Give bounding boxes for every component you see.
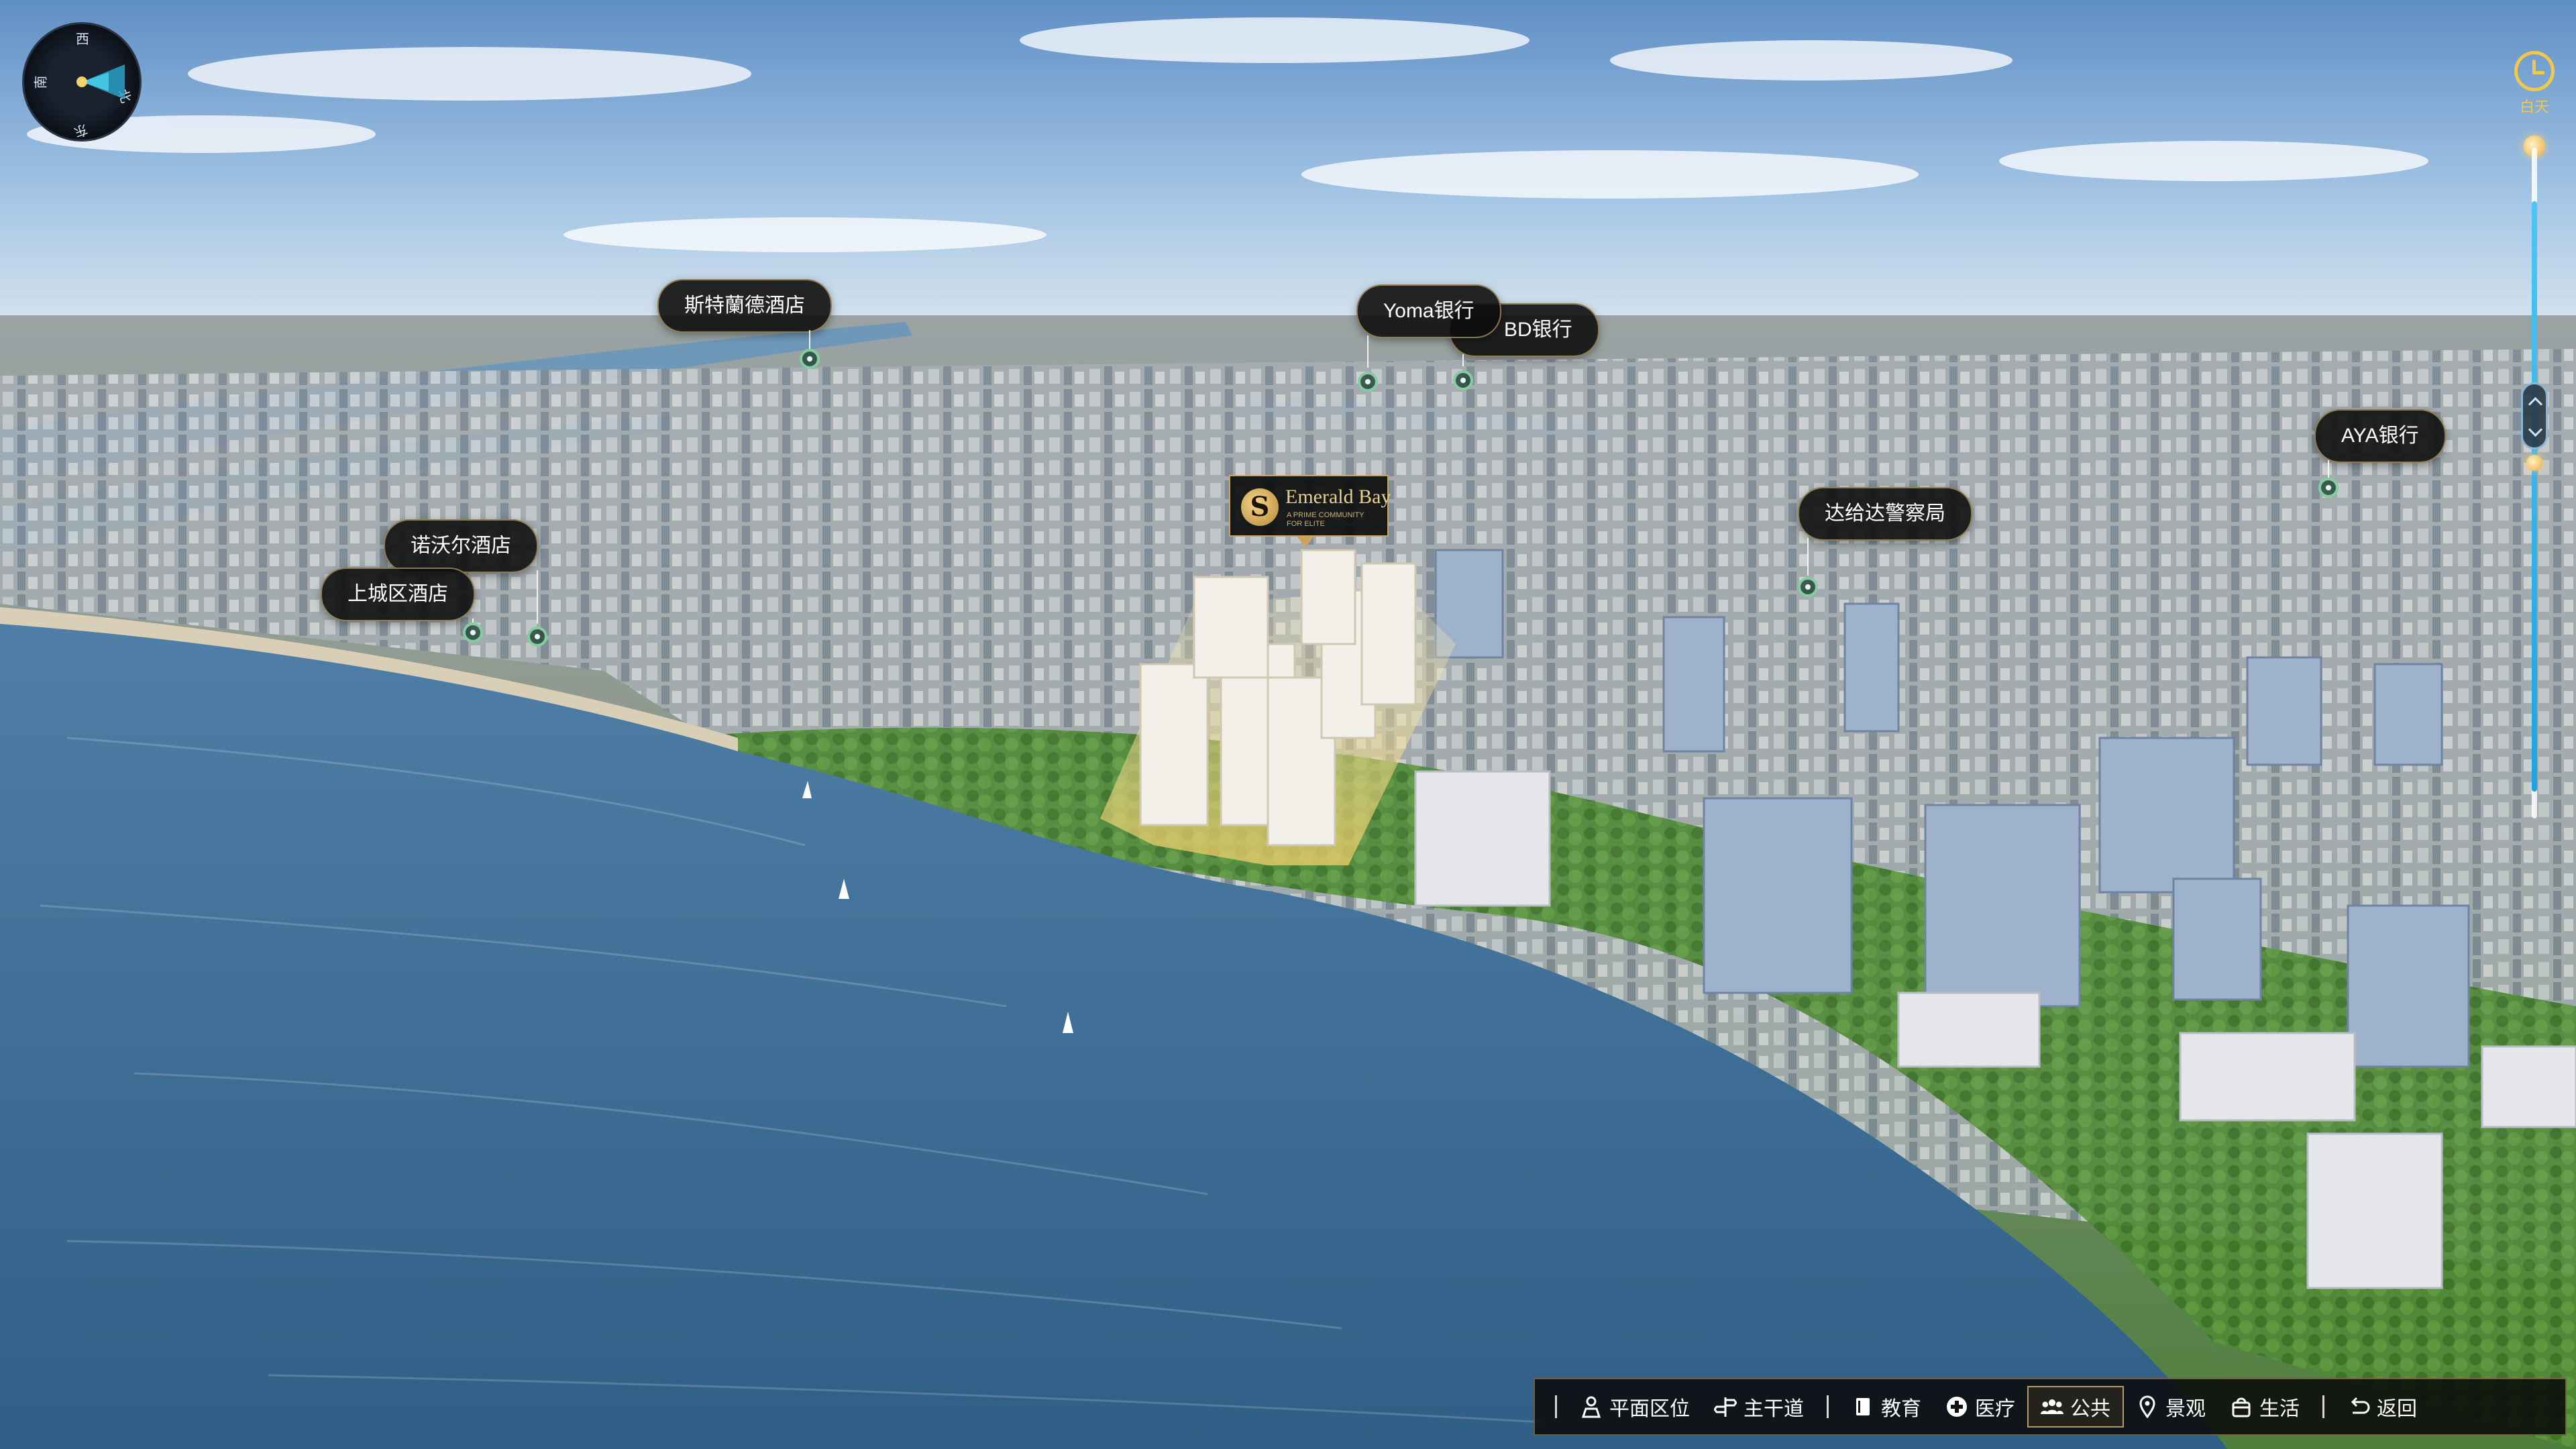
poi-marker-uptown-hotel[interactable]	[463, 623, 483, 643]
toolbar-label: 返回	[2377, 1398, 2417, 1420]
time-of-day-panel: 白天	[2498, 47, 2576, 818]
poi-label-police-station[interactable]: 达给达警察局	[1798, 487, 1972, 541]
project-logo-icon: S	[1241, 488, 1279, 526]
poi-stem	[2328, 460, 2329, 478]
book-icon	[1851, 1395, 1874, 1418]
project-name: Emerald Bay	[1285, 486, 1391, 508]
poi-label-text: BD银行	[1504, 319, 1572, 341]
poi-stem	[537, 570, 538, 624]
toolbar-separator	[1555, 1395, 1557, 1418]
project-badge-emerald-bay[interactable]: S Emerald Bay A PRIME COMMUNITY FOR ELIT…	[1229, 475, 1391, 537]
poi-label-yoma-bank[interactable]: Yoma银行	[1356, 284, 1501, 338]
poi-label-strand-hotel[interactable]: 斯特蘭德酒店	[657, 279, 832, 333]
poi-marker-yoma-bank[interactable]	[1358, 372, 1378, 392]
map-pin-icon	[2136, 1395, 2159, 1418]
aerial-city-scene	[0, 0, 2576, 1449]
poi-marker-police-station[interactable]	[1798, 577, 1818, 597]
time-slider-fill	[2532, 201, 2537, 792]
time-slider-handle[interactable]	[2521, 382, 2548, 449]
toolbar-separator	[1827, 1395, 1829, 1418]
toolbar-separator	[2322, 1395, 2324, 1418]
time-mode-label: 白天	[2519, 99, 2549, 115]
toolbar-btn-landscape[interactable]: 景观	[2124, 1386, 2218, 1428]
toolbar-btn-return[interactable]: 返回	[2335, 1386, 2429, 1428]
poi-label-novotel-hotel[interactable]: 诺沃尔酒店	[384, 519, 538, 573]
return-arrow-icon	[2347, 1395, 2370, 1418]
medical-cross-icon	[1945, 1395, 1968, 1418]
road-sign-icon	[1714, 1395, 1737, 1418]
poi-marker-aya-bank[interactable]	[2318, 478, 2339, 498]
toolbar-label: 生活	[2259, 1398, 2300, 1420]
poi-marker-strand-hotel[interactable]	[800, 349, 820, 369]
map-viewport[interactable]: 斯特蘭德酒店 BD银行 Yoma银行 诺沃尔酒店 上城区酒店 达给达警察局 AY…	[0, 0, 2576, 1449]
poi-marker-novotel-hotel[interactable]	[527, 627, 547, 647]
toolbar-btn-location[interactable]: 平面区位	[1568, 1386, 1702, 1428]
toolbar-label: 平面区位	[1609, 1398, 1690, 1420]
compass[interactable]: 西 北 东 南	[22, 22, 142, 142]
toolbar-btn-education[interactable]: 教育	[1839, 1386, 1933, 1428]
toolbar-btn-public[interactable]: 公共	[2027, 1386, 2124, 1428]
poi-stem	[1462, 354, 1464, 366]
toolbar-label: 主干道	[1743, 1398, 1804, 1420]
compass-center	[76, 76, 87, 87]
chevron-down-icon	[2528, 422, 2543, 437]
location-person-icon	[1580, 1395, 1603, 1418]
toolbar-btn-life[interactable]: 生活	[2218, 1386, 2312, 1428]
people-icon	[2041, 1395, 2063, 1418]
shopping-bag-icon	[2230, 1395, 2253, 1418]
project-badge-pointer	[1296, 535, 1315, 547]
toolbar-label: 公共	[2070, 1398, 2110, 1420]
clock-icon[interactable]	[2514, 51, 2555, 91]
poi-stem	[1367, 335, 1368, 368]
poi-label-uptown-hotel[interactable]: 上城区酒店	[321, 568, 475, 621]
toolbar-label: 景观	[2165, 1398, 2206, 1420]
toolbar-label: 教育	[1881, 1398, 1921, 1420]
project-tagline: A PRIME COMMUNITY FOR ELITE	[1287, 511, 1364, 528]
time-slider-knob[interactable]	[2526, 455, 2542, 471]
poi-category-toolbar: 平面区位 主干道 教育 医疗 公共 景观 生活 返回	[1534, 1378, 2567, 1436]
toolbar-btn-main-road[interactable]: 主干道	[1702, 1386, 1816, 1428]
toolbar-btn-medical[interactable]: 医疗	[1933, 1386, 2027, 1428]
toolbar-label: 医疗	[1975, 1398, 2015, 1420]
poi-label-aya-bank[interactable]: AYA银行	[2314, 409, 2446, 463]
poi-marker-cb-bank[interactable]	[1453, 370, 1473, 390]
poi-stem	[1807, 538, 1809, 576]
chevron-up-icon	[2528, 396, 2543, 412]
